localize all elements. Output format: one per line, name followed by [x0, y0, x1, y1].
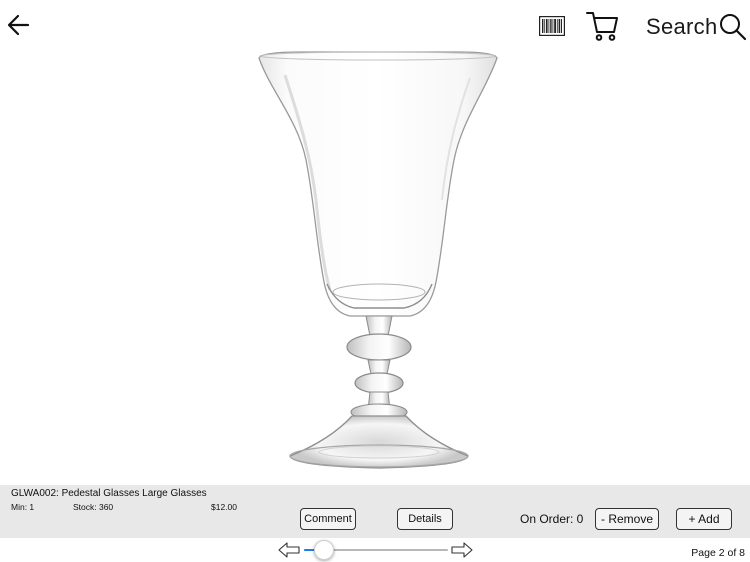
- barcode-scan-button[interactable]: [539, 16, 565, 36]
- search-label: Search: [646, 14, 718, 39]
- page-indicator: Page 2 of 8: [691, 547, 745, 559]
- next-page-button[interactable]: [451, 542, 473, 558]
- remove-button[interactable]: - Remove: [595, 508, 659, 530]
- product-price: $12.00: [211, 502, 237, 512]
- product-title: GLWA002: Pedestal Glasses Large Glasses: [11, 488, 207, 499]
- product-image: [240, 46, 520, 476]
- page-slider[interactable]: [304, 540, 448, 560]
- back-button[interactable]: [6, 12, 32, 38]
- slider-thumb[interactable]: [314, 540, 335, 560]
- arrow-left-icon: [7, 14, 30, 36]
- cart-icon: [586, 12, 618, 41]
- magnifier-icon: [719, 14, 746, 41]
- arrow-left-outline-icon: [278, 542, 300, 558]
- details-button[interactable]: Details: [397, 508, 453, 530]
- arrow-right-outline-icon: [451, 542, 473, 558]
- pager-bar: Page 2 of 8: [0, 538, 750, 562]
- add-button[interactable]: + Add: [676, 508, 732, 530]
- previous-page-button[interactable]: [278, 542, 300, 558]
- wine-glass-image: [258, 51, 498, 469]
- comment-button[interactable]: Comment: [300, 508, 356, 530]
- search-button[interactable]: Search: [646, 12, 747, 42]
- on-order-count: On Order: 0: [520, 512, 584, 526]
- product-info-panel: GLWA002: Pedestal Glasses Large Glasses …: [0, 485, 750, 538]
- cart-button[interactable]: [586, 10, 620, 42]
- barcode-icon: [539, 16, 565, 36]
- min-quantity: Min: 1: [11, 502, 35, 512]
- stock-count: Stock: 360: [73, 502, 114, 512]
